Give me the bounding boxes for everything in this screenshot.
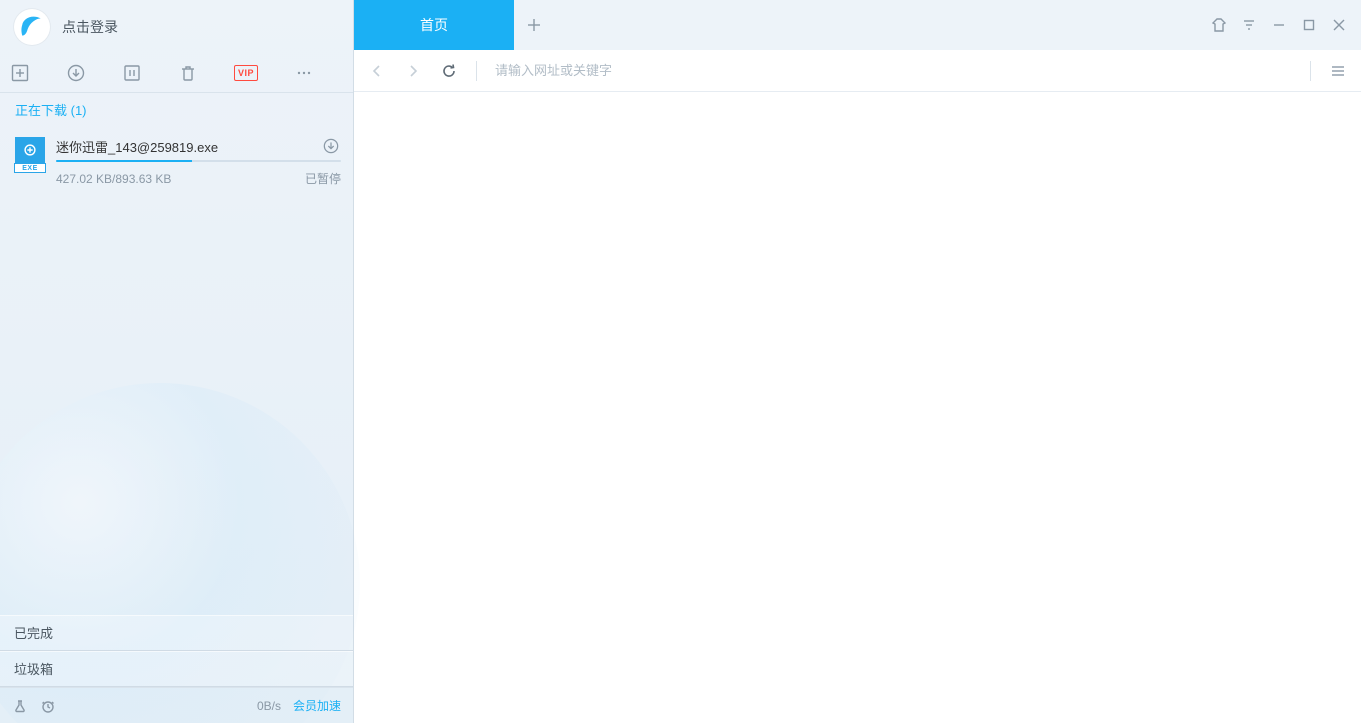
tab-row: 首页 [354,0,1361,50]
browser-content [354,92,1361,723]
more-icon[interactable] [294,63,314,83]
start-download-icon[interactable] [66,63,86,83]
speed-indicator: 0B/s [257,699,281,713]
browser-nav-row [354,50,1361,92]
download-status: 已暂停 [305,170,341,187]
file-type-icon: EXE [14,137,46,173]
app-logo [14,9,50,45]
close-icon[interactable] [1331,17,1347,33]
lab-icon[interactable] [12,698,28,714]
download-filename: 迷你迅雷_143@259819.exe [56,137,218,156]
nav-forward-icon[interactable] [404,62,422,80]
window-controls [1211,0,1361,50]
download-item[interactable]: EXE 迷你迅雷_143@259819.exe 427.02 KB/893.63… [0,129,353,195]
downloading-section-title[interactable]: 正在下载 (1) [0,93,353,129]
reload-icon[interactable] [440,62,458,80]
login-link[interactable]: 点击登录 [62,17,118,37]
hamburger-menu-icon[interactable] [1329,62,1347,80]
tab-home[interactable]: 首页 [354,0,514,50]
new-tab-button[interactable] [514,0,554,50]
minimize-icon[interactable] [1271,17,1287,33]
new-task-icon[interactable] [10,63,30,83]
download-body: 迷你迅雷_143@259819.exe 427.02 KB/893.63 KB … [56,137,341,187]
nav-divider [476,61,477,81]
nav-divider-right [1310,61,1311,81]
sidebar-toolbar: VIP [0,53,353,93]
skin-icon[interactable] [1211,17,1227,33]
status-bar: 0B/s 会员加速 [0,687,353,723]
mini-mode-icon[interactable] [1241,17,1257,33]
nav-back-icon[interactable] [368,62,386,80]
file-ext-label: EXE [14,163,46,173]
download-size: 427.02 KB/893.63 KB [56,172,171,186]
trash-section[interactable]: 垃圾箱 [0,651,353,687]
download-progress [56,160,341,162]
delete-icon[interactable] [178,63,198,83]
schedule-icon[interactable] [40,698,56,714]
vip-icon[interactable]: VIP [234,65,258,81]
completed-section[interactable]: 已完成 [0,615,353,651]
resume-download-icon[interactable] [323,138,341,156]
pause-download-icon[interactable] [122,63,142,83]
vip-speed-link[interactable]: 会员加速 [293,697,341,714]
sidebar-bottom: 已完成 垃圾箱 0B/s 会员加速 [0,615,353,723]
main-area: 首页 [354,0,1361,723]
login-row: 点击登录 [0,0,353,53]
maximize-icon[interactable] [1301,17,1317,33]
url-input[interactable] [495,63,1292,78]
sidebar: 点击登录 VIP 正在下载 (1) EXE 迷你迅雷_143@259819.ex… [0,0,354,723]
